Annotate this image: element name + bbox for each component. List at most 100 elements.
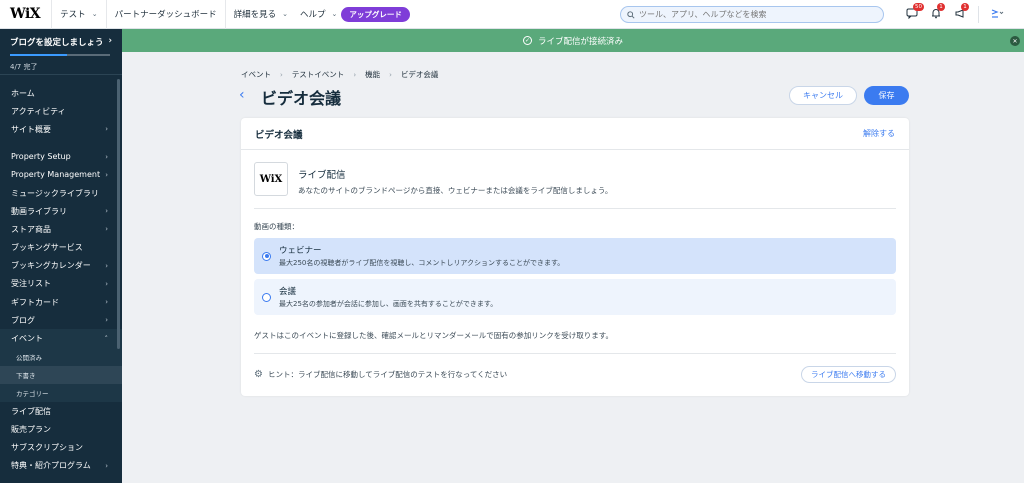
learn-more-menu[interactable]: 詳細を見る ⌄ <box>224 0 296 29</box>
sidebar-item-video-library[interactable]: 動画ライブラリ › <box>0 202 122 220</box>
sidebar-item-label: 公開済み <box>16 353 42 362</box>
help-label: ヘルプ <box>299 10 326 20</box>
sidebar-item-label: ミュージックライブラリ <box>11 188 99 198</box>
help-menu[interactable]: ヘルプ ⌄ アップグレード <box>296 0 418 29</box>
sidebar-item-home[interactable]: ホーム <box>0 84 122 102</box>
sidebar-item-label: イベント <box>11 334 43 344</box>
setup-progress-panel[interactable]: ブログを設定しましょう › 4/7 完了 <box>0 29 122 75</box>
video-type-label: 動画の種類： <box>254 222 299 231</box>
sidebar-item-pricing-plans[interactable]: 販売プラン <box>0 420 122 438</box>
sidebar-item-label: ストア商品 <box>11 224 51 234</box>
sidebar-item-label: 特典・紹介プログラム <box>11 461 91 471</box>
sidebar-subitem-categories[interactable]: カテゴリー <box>0 384 122 403</box>
upgrade-button[interactable]: アップグレード <box>341 6 410 22</box>
cancel-button[interactable]: キャンセル <box>789 86 857 105</box>
check-circle-icon: ✓ <box>522 36 532 45</box>
divider <box>254 353 896 354</box>
notifications-badge: 1 <box>937 3 945 11</box>
sidebar-item-gift-cards[interactable]: ギフトカード › <box>0 293 122 311</box>
setup-progress-text: 4/7 完了 <box>10 63 38 71</box>
announcements-badge: 1 <box>961 3 969 11</box>
announcements-button[interactable]: 1 <box>954 3 969 21</box>
sidebar-item-label: Property Setup <box>11 152 71 162</box>
sidebar-subitem-published[interactable]: 公開済み <box>0 347 122 366</box>
messages-badge: 50 <box>913 3 924 11</box>
sidebar-item-label: 受注リスト <box>11 279 51 289</box>
chevron-right-icon: › <box>389 70 392 79</box>
webinar-radio[interactable] <box>262 251 271 261</box>
option-webinar[interactable]: ウェビナー 最大250名の視聴者がライブ配信を視聴し、コメントしリアクションする… <box>254 238 896 274</box>
sidebar-scrollbar[interactable] <box>117 79 120 349</box>
partner-dashboard-label: パートナーダッシュボード <box>114 10 217 20</box>
partner-dashboard-link[interactable]: パートナーダッシュボード <box>105 0 225 29</box>
divider <box>254 208 896 209</box>
sidebar-menu: ホーム アクティビティ サイト概要 › Property Setup › Prope… <box>0 75 122 475</box>
card-header: ビデオ会議 解除する <box>241 118 909 150</box>
site-selector[interactable]: テスト ⌄ <box>51 0 105 29</box>
back-arrow-icon[interactable]: ‹ <box>239 87 245 103</box>
chevron-right-icon: › <box>105 316 108 325</box>
go-to-live-stream-button[interactable]: ライブ配信へ移動する <box>801 366 896 383</box>
hint: ⚙ ヒント：ライブ配信に移動してライブ配信のテストを行なってください <box>254 369 507 380</box>
breadcrumb-item-current: ビデオ会議 <box>400 70 439 79</box>
search-input[interactable] <box>639 10 869 19</box>
sidebar-item-label: サイト概要 <box>11 124 51 134</box>
option-title: ウェビナー <box>279 246 322 256</box>
gear-icon: ⚙ <box>254 369 263 380</box>
wix-logo[interactable]: WiX <box>0 6 51 22</box>
sidebar-item-property-setup[interactable]: Property Setup › <box>0 148 122 166</box>
setup-title: ブログを設定しましょう <box>10 38 104 48</box>
banner-close-icon[interactable]: ✕ <box>1010 36 1020 46</box>
breadcrumb-item-events[interactable]: イベント <box>241 69 271 80</box>
search-icon <box>627 10 635 19</box>
sidebar-item-label: サブスクリプション <box>11 443 83 453</box>
sidebar-item-activity[interactable]: アクティビティ <box>0 102 122 120</box>
chevron-right-icon: › <box>105 279 108 288</box>
breadcrumb-item-test-event[interactable]: テストイベント <box>292 69 345 80</box>
top-bar: WiX テスト ⌄ パートナーダッシュボード 詳細を見る ⌄ ヘルプ ⌄ アップグレー… <box>0 0 1024 29</box>
sidebar-item-label: ギフトカード <box>11 297 59 307</box>
notifications-button[interactable]: 1 <box>930 3 945 21</box>
setup-progress-fill <box>10 54 67 56</box>
chevron-right-icon: › <box>105 225 108 234</box>
sidebar-item-label: ライブ配信 <box>11 406 51 416</box>
sidebar: ブログを設定しましょう › 4/7 完了 ホーム アクティビティ サイト概要 › P… <box>0 29 122 483</box>
video-conference-card: ビデオ会議 解除する WiX ライブ配信 あなたのサイトのブランドページから直接… <box>241 118 909 396</box>
hint-text: ヒント：ライブ配信に移動してライブ配信のテストを行なってください <box>267 370 508 379</box>
sidebar-subitem-drafts[interactable]: 下書き <box>0 365 122 384</box>
sidebar-item-site-overview[interactable]: サイト概要 › <box>0 120 122 138</box>
option-meeting[interactable]: 会議 最大25名の参加者が会話に参加し、画面を共有することができます。 <box>254 279 896 315</box>
sidebar-item-label: 動画ライブラリ <box>11 206 67 216</box>
sidebar-item-booking-services[interactable]: ブッキングサービス <box>0 239 122 257</box>
sidebar-item-property-management[interactable]: Property Management › <box>0 166 122 184</box>
disconnect-link[interactable]: 解除する <box>863 128 895 139</box>
sidebar-item-live-stream[interactable]: ライブ配信 <box>0 402 122 420</box>
sidebar-item-store-products[interactable]: ストア商品 › <box>0 220 122 238</box>
sidebar-item-blog[interactable]: ブログ › <box>0 311 122 329</box>
chevron-right-icon: › <box>105 170 108 179</box>
chevron-down-icon: ⌄ <box>331 10 338 18</box>
sidebar-item-music-library[interactable]: ミュージックライブラリ <box>0 184 122 202</box>
sidebar-item-booking-calendar[interactable]: ブッキングカレンダー › <box>0 257 122 275</box>
sidebar-item-referral-program[interactable]: 特典・紹介プログラム › <box>0 457 122 475</box>
sidebar-item-orders[interactable]: 受注リスト › <box>0 275 122 293</box>
breadcrumb-item-features[interactable]: 機能 <box>365 69 380 80</box>
sidebar-item-label: ブッキングサービス <box>11 243 83 253</box>
card-title: ビデオ会議 <box>255 129 303 141</box>
account-menu-button[interactable] <box>990 7 1004 21</box>
search-bar[interactable] <box>620 6 884 23</box>
sidebar-item-subscriptions[interactable]: サブスクリプション <box>0 439 122 457</box>
live-stream-info: WiX ライブ配信 あなたのサイトのブランドページから直接、ウェビナーまたは会議… <box>254 162 612 196</box>
messages-button[interactable]: 50 <box>906 3 924 21</box>
chevron-up-icon: ˄ <box>104 334 109 343</box>
chevron-right-icon: › <box>105 461 108 470</box>
chevron-down-icon: ⌄ <box>282 10 288 18</box>
option-description: 最大25名の参加者が会話に参加し、画面を共有することができます。 <box>279 300 498 308</box>
sidebar-item-label: Property Management <box>11 170 101 180</box>
guest-note: ゲストはこのイベントに登録した後、確認メールとリマンダーメールで固有の参加リンク… <box>254 331 613 340</box>
site-name: テスト <box>60 10 86 20</box>
save-button[interactable]: 保存 <box>864 86 909 105</box>
sidebar-item-events[interactable]: イベント ˄ <box>0 329 122 348</box>
meeting-radio[interactable] <box>262 292 271 302</box>
sidebar-item-label: 販売プラン <box>11 424 51 434</box>
